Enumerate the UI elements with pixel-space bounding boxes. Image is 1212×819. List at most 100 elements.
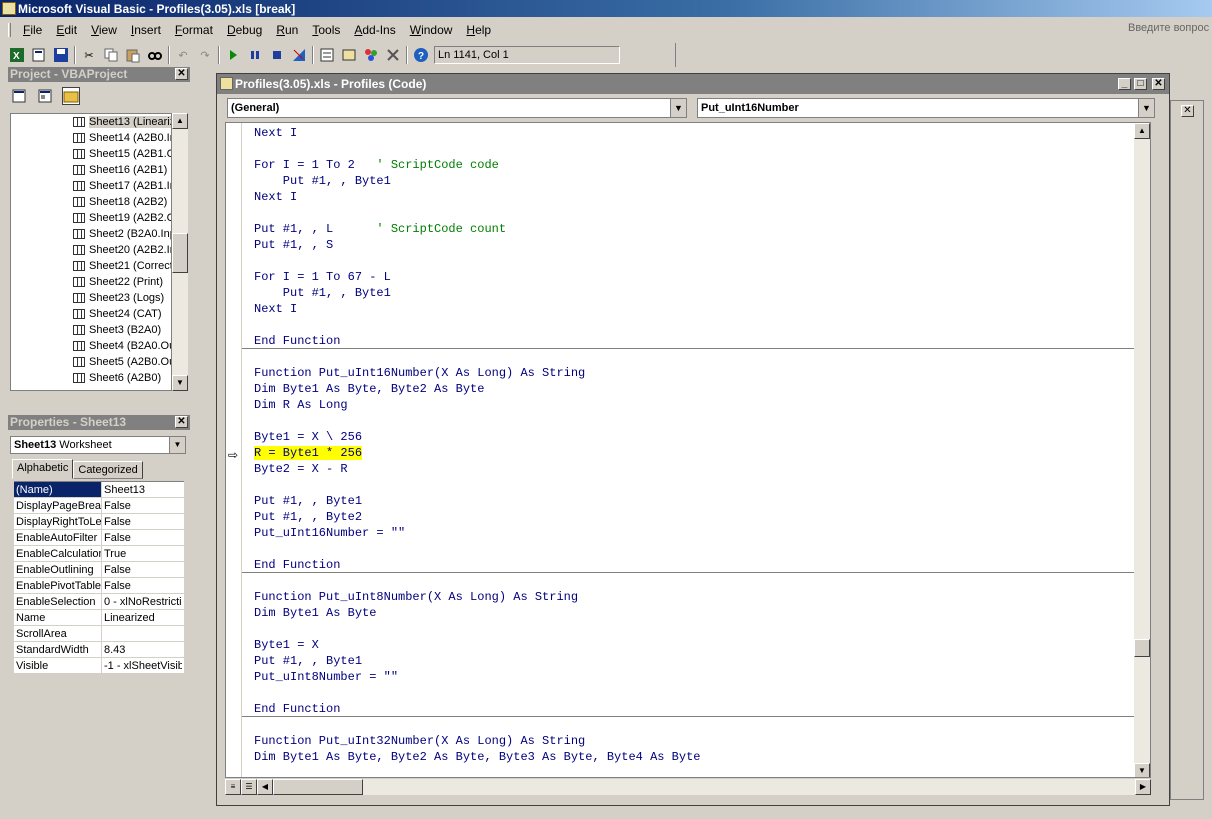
- project-item[interactable]: Sheet3 (B2A0): [11, 322, 171, 338]
- project-item[interactable]: Sheet19 (A2B2.C: [11, 210, 171, 226]
- project-item[interactable]: Sheet4 (B2A0.Ou: [11, 338, 171, 354]
- property-row[interactable]: StandardWidth 8.43: [14, 642, 184, 658]
- reset-icon[interactable]: [268, 46, 286, 64]
- scroll-up-arrow-icon[interactable]: ▲: [172, 113, 188, 129]
- code-horizontal-scrollbar[interactable]: ≡ ☰ ◀ ▶: [225, 779, 1151, 795]
- code-line[interactable]: Put_uInt16Number = "": [254, 525, 405, 541]
- property-row[interactable]: EnableAutoFilter False: [14, 530, 184, 546]
- save-icon[interactable]: [52, 46, 70, 64]
- copy-icon[interactable]: [102, 46, 120, 64]
- close-icon[interactable]: ✕: [1152, 78, 1165, 90]
- project-item[interactable]: Sheet14 (A2B0.Ir: [11, 130, 171, 146]
- object-selector-dropdown[interactable]: Sheet13 Worksheet ▼: [10, 436, 186, 454]
- code-line[interactable]: Next I: [254, 189, 297, 205]
- property-row[interactable]: EnableOutlining False: [14, 562, 184, 578]
- project-tree[interactable]: Sheet13 (Lineariz Sheet14 (A2B0.Ir Sheet…: [10, 113, 172, 391]
- procedure-combo[interactable]: Put_uInt16Number ▼: [697, 98, 1155, 118]
- menu-edit[interactable]: Edit: [56, 23, 77, 37]
- project-item[interactable]: Sheet20 (A2B2.Ir: [11, 242, 171, 258]
- undo-icon[interactable]: ↶: [174, 46, 192, 64]
- toolbox-icon[interactable]: [384, 46, 402, 64]
- code-line[interactable]: Put #1, , S: [254, 237, 333, 253]
- project-item[interactable]: Sheet23 (Logs): [11, 290, 171, 306]
- code-line[interactable]: Dim Byte1 As Byte, Byte2 As Byte: [254, 381, 484, 397]
- cut-icon[interactable]: ✂: [80, 46, 98, 64]
- object-combo[interactable]: (General) ▼: [227, 98, 687, 118]
- help-icon[interactable]: ?: [412, 46, 430, 64]
- menu-tools[interactable]: Tools: [312, 23, 340, 37]
- scroll-thumb[interactable]: [1134, 639, 1150, 657]
- properties-window-icon[interactable]: [340, 46, 358, 64]
- code-line[interactable]: Byte1 = X \ 256: [254, 429, 362, 445]
- code-vertical-scrollbar[interactable]: ▲ ▼: [1134, 123, 1150, 777]
- insert-module-icon[interactable]: [30, 46, 48, 64]
- project-item[interactable]: Sheet6 (A2B0): [11, 370, 171, 386]
- project-item[interactable]: Sheet22 (Print): [11, 274, 171, 290]
- project-item[interactable]: Sheet2 (B2A0.Inp: [11, 226, 171, 242]
- property-row[interactable]: DisplayPageBreak False: [14, 498, 184, 514]
- toggle-folders-icon[interactable]: [62, 87, 80, 105]
- project-item[interactable]: Sheet5 (A2B0.Ou: [11, 354, 171, 370]
- view-object-icon[interactable]: [36, 87, 54, 105]
- redo-icon[interactable]: ↷: [196, 46, 214, 64]
- code-line[interactable]: Dim Byte1 As Byte, Byte2 As Byte, Byte3 …: [254, 749, 700, 765]
- scroll-left-arrow-icon[interactable]: ◀: [257, 779, 273, 795]
- property-row[interactable]: ScrollArea: [14, 626, 184, 642]
- project-item[interactable]: Sheet15 (A2B1.C: [11, 146, 171, 162]
- code-line[interactable]: Function Put_uInt16Number(X As Long) As …: [254, 365, 585, 381]
- menu-file[interactable]: File: [23, 23, 42, 37]
- code-line[interactable]: Put_uInt8Number = "": [254, 669, 398, 685]
- close-icon[interactable]: ✕: [175, 68, 188, 80]
- horizontal-scroll-thumb[interactable]: [273, 779, 363, 795]
- property-row[interactable]: (Name) Sheet13: [14, 482, 184, 498]
- code-line[interactable]: End Function: [254, 557, 340, 573]
- menu-debug[interactable]: Debug: [227, 23, 262, 37]
- project-item[interactable]: Sheet13 (Lineariz: [11, 114, 171, 130]
- break-icon[interactable]: [246, 46, 264, 64]
- code-line[interactable]: Put #1, , Byte1: [254, 285, 391, 301]
- code-line[interactable]: End Function: [254, 333, 340, 349]
- code-line[interactable]: Put #1, , Byte1: [254, 653, 362, 669]
- menu-insert[interactable]: Insert: [131, 23, 161, 37]
- code-line[interactable]: Byte1 = X: [254, 637, 319, 653]
- property-row[interactable]: Name Linearized: [14, 610, 184, 626]
- code-editor[interactable]: Next I For I = 1 To 2 ' ScriptCode code P…: [225, 122, 1151, 778]
- run-icon[interactable]: [224, 46, 242, 64]
- procedure-view-icon[interactable]: ≡: [225, 779, 241, 795]
- project-item[interactable]: Sheet18 (A2B2): [11, 194, 171, 210]
- code-line[interactable]: Put #1, , Byte1: [254, 493, 362, 509]
- project-item[interactable]: Sheet24 (CAT): [11, 306, 171, 322]
- code-line[interactable]: End Function: [254, 701, 340, 717]
- code-line[interactable]: Dim R As Long: [254, 397, 348, 413]
- menu-format[interactable]: Format: [175, 23, 213, 37]
- menu-help[interactable]: Help: [466, 23, 491, 37]
- chevron-down-icon[interactable]: ▼: [670, 99, 686, 117]
- code-line[interactable]: Put #1, , Byte2: [254, 509, 362, 525]
- code-line[interactable]: Put #1, , L ' ScriptCode count: [254, 221, 506, 237]
- property-row[interactable]: Visible -1 - xlSheetVisib: [14, 658, 184, 674]
- code-line[interactable]: Put #1, , Byte1: [254, 173, 391, 189]
- property-row[interactable]: EnableCalculation True: [14, 546, 184, 562]
- menu-addins[interactable]: Add-Ins: [354, 23, 395, 37]
- tab-categorized[interactable]: Categorized: [73, 461, 143, 479]
- tab-alphabetic[interactable]: Alphabetic: [12, 459, 74, 479]
- help-question-input[interactable]: Введите вопрос: [1128, 20, 1212, 38]
- paste-icon[interactable]: [124, 46, 142, 64]
- close-icon[interactable]: ✕: [175, 416, 188, 428]
- menu-window[interactable]: Window: [410, 23, 453, 37]
- code-line[interactable]: Dim Byte1 As Byte: [254, 605, 376, 621]
- scroll-down-arrow-icon[interactable]: ▼: [172, 375, 188, 391]
- project-vertical-scrollbar[interactable]: ▲ ▼: [172, 113, 188, 391]
- property-row[interactable]: DisplayRightToLef False: [14, 514, 184, 530]
- code-line[interactable]: For I = 1 To 2 ' ScriptCode code: [254, 157, 499, 173]
- project-item[interactable]: Sheet17 (A2B1.Ir: [11, 178, 171, 194]
- chevron-down-icon[interactable]: ▼: [1138, 99, 1154, 117]
- scroll-thumb[interactable]: [172, 233, 188, 273]
- close-icon[interactable]: ✕: [1181, 105, 1194, 117]
- maximize-icon[interactable]: □: [1134, 78, 1147, 90]
- design-mode-icon[interactable]: [290, 46, 308, 64]
- property-row[interactable]: EnableSelection 0 - xlNoRestrictio: [14, 594, 184, 610]
- project-explorer-icon[interactable]: [318, 46, 336, 64]
- menu-view[interactable]: View: [91, 23, 117, 37]
- scroll-down-arrow-icon[interactable]: ▼: [1134, 763, 1150, 777]
